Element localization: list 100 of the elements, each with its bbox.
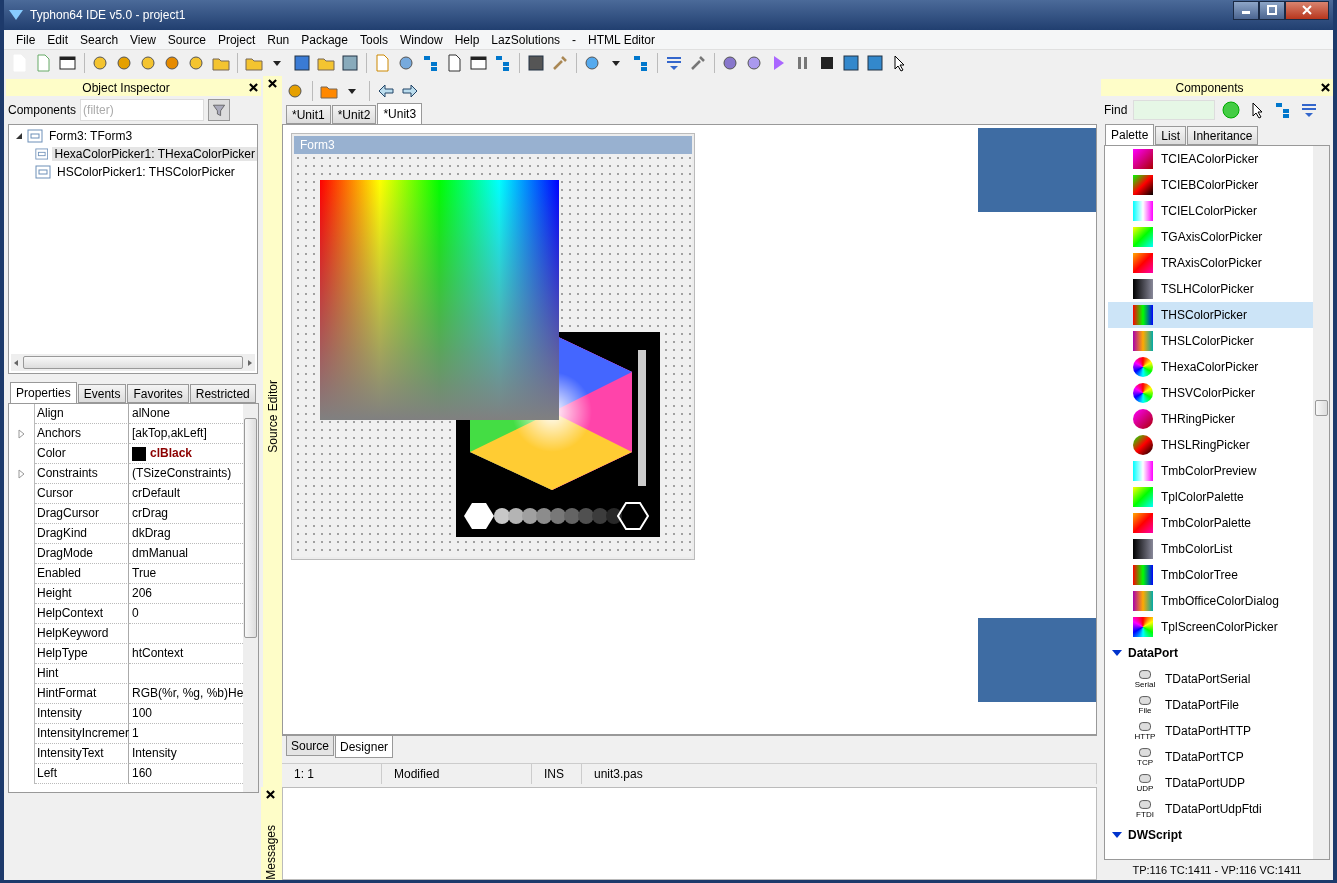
dock-label[interactable]: Messages xyxy=(263,825,278,880)
editor-tab[interactable]: *Unit1 xyxy=(286,105,331,124)
maximize-icon xyxy=(1267,5,1277,15)
clear-filter-button[interactable] xyxy=(208,99,231,121)
property-value[interactable]: clBlack xyxy=(129,444,244,464)
find-label: Find xyxy=(1104,103,1128,117)
palette-item[interactable]: THRingPicker xyxy=(1108,406,1313,432)
tab[interactable]: Events xyxy=(77,384,127,403)
menu-item[interactable]: Search xyxy=(74,32,125,47)
palette-item[interactable]: FTDI TDataPortUdpFtdi xyxy=(1108,796,1313,822)
palette-item[interactable]: TCIELColorPicker xyxy=(1108,198,1313,224)
horizontal-scrollbar[interactable] xyxy=(11,354,255,371)
palette-item[interactable]: TmbColorPreview xyxy=(1108,458,1313,484)
window-icon[interactable] xyxy=(469,53,489,73)
close-icon xyxy=(1302,5,1312,15)
property-name: DragMode xyxy=(35,544,129,564)
close-button[interactable] xyxy=(1285,0,1329,20)
menu-item[interactable]: - xyxy=(566,32,583,47)
palette-item[interactable]: TCIEBColorPicker xyxy=(1108,172,1313,198)
palette-item[interactable]: TmbColorPalette xyxy=(1108,510,1313,536)
editor-tab[interactable]: *Unit3 xyxy=(377,103,423,124)
icon-caption: Serial xyxy=(1134,680,1156,689)
close-icon[interactable] xyxy=(1321,83,1330,92)
funnel-icon xyxy=(211,102,228,118)
palette-item[interactable]: THSLColorPicker xyxy=(1108,328,1313,354)
palette-item[interactable]: HTTP TDataPortHTTP xyxy=(1108,718,1313,744)
form-icon xyxy=(27,129,43,143)
property-name: DragKind xyxy=(35,524,129,544)
menu-item[interactable]: Package xyxy=(295,32,354,47)
property-name: Anchors xyxy=(35,424,129,444)
palette-item[interactable]: TmbColorList xyxy=(1108,536,1313,562)
icon-caption: FTDI xyxy=(1136,810,1154,819)
palette-item[interactable]: THSLRingPicker xyxy=(1108,432,1313,458)
menu-item[interactable]: Source xyxy=(161,32,212,47)
menu-item[interactable]: Window xyxy=(394,32,449,47)
palette-item[interactable]: Serial TDataPortSerial xyxy=(1108,666,1313,692)
vertical-scrollbar[interactable] xyxy=(1313,146,1329,859)
palette-item[interactable]: TCP TDataPortTCP xyxy=(1108,744,1313,770)
property-name: Enabled xyxy=(35,564,129,584)
refresh-icon[interactable] xyxy=(1221,100,1242,120)
menu-item[interactable]: Run xyxy=(261,32,296,47)
menu-item[interactable]: Tools xyxy=(353,32,394,47)
property-name: Constraints xyxy=(35,464,129,484)
tab[interactable]: Palette xyxy=(1105,124,1155,145)
editor-mode-tab[interactable]: Designer xyxy=(335,736,394,759)
filter-field[interactable]: (filter) xyxy=(80,99,205,121)
palette-item[interactable]: THexaColorPicker xyxy=(1108,354,1313,380)
palette-item[interactable]: UDP TDataPortUDP xyxy=(1108,770,1313,796)
icon-caption: TCP xyxy=(1137,758,1153,767)
find-field[interactable] xyxy=(1133,100,1216,120)
palette-item[interactable]: TplColorPalette xyxy=(1108,484,1313,510)
status-cell: INS xyxy=(532,764,582,785)
palette-item[interactable]: TplScreenColorPicker xyxy=(1108,614,1313,640)
menu-item[interactable]: Edit xyxy=(41,32,75,47)
palette-item[interactable]: THSColorPicker xyxy=(1108,302,1313,328)
category-label[interactable]: DataPort xyxy=(1128,646,1178,660)
tree-item[interactable]: Form3: TForm3 xyxy=(47,129,135,143)
palette-item[interactable]: TmbColorTree xyxy=(1108,562,1313,588)
menu-item[interactable]: View xyxy=(124,32,162,47)
palette-item[interactable]: TmbOfficeColorDialog xyxy=(1108,588,1313,614)
menu-item[interactable]: HTML Editor xyxy=(582,32,661,47)
color-value: clBlack xyxy=(150,445,193,462)
maximize-button[interactable] xyxy=(1259,0,1285,20)
property-name: HelpContext xyxy=(35,604,129,624)
close-icon[interactable] xyxy=(266,790,275,800)
property-name: Intensity xyxy=(35,704,129,724)
tree-item[interactable]: HSColorPicker1: THSColorPicker xyxy=(55,165,237,179)
minimize-button[interactable] xyxy=(1233,0,1259,20)
palette-item[interactable]: THSVColorPicker xyxy=(1108,380,1313,406)
palette-item[interactable]: TGAxisColorPicker xyxy=(1108,224,1313,250)
palette-item[interactable]: TRAxisColorPicker xyxy=(1108,250,1313,276)
menu-item[interactable]: Project xyxy=(211,32,262,47)
category-label[interactable]: DWScript xyxy=(1128,828,1182,842)
close-icon[interactable] xyxy=(249,83,258,92)
editor-tab[interactable]: *Unit2 xyxy=(331,105,377,124)
close-icon[interactable] xyxy=(268,79,277,88)
palette-item[interactable]: TCIEAColorPicker xyxy=(1108,146,1313,172)
tab[interactable]: Favorites xyxy=(127,384,189,403)
property-name: Cursor xyxy=(35,484,129,504)
property-name: HelpType xyxy=(35,644,129,664)
menu-item[interactable]: LazSolutions xyxy=(485,32,567,47)
plug-icon xyxy=(1137,799,1153,810)
tab[interactable]: List xyxy=(1155,126,1187,145)
tab[interactable]: Restricted xyxy=(189,384,256,403)
tab[interactable]: Inheritance xyxy=(1187,126,1259,145)
vertical-scrollbar[interactable] xyxy=(243,404,258,792)
window-icon[interactable] xyxy=(58,53,78,73)
expand-triangle-icon[interactable] xyxy=(15,132,23,140)
palette-item[interactable]: File TDataPortFile xyxy=(1108,692,1313,718)
menu-item[interactable]: Help xyxy=(448,32,486,47)
editor-mode-tab[interactable]: Source xyxy=(286,736,335,757)
dock-label[interactable]: Source Editor xyxy=(265,380,280,453)
tree-item[interactable]: HexaColorPicker1: THexaColorPicker xyxy=(52,147,257,161)
expand-triangle-icon[interactable] xyxy=(1112,831,1122,839)
window-title: Typhon64 IDE v5.0 - project1 xyxy=(30,8,187,22)
menu-item[interactable]: File xyxy=(10,32,42,47)
form-icon xyxy=(35,147,49,161)
tab[interactable]: Properties xyxy=(10,382,77,403)
palette-item[interactable]: TSLHColorPicker xyxy=(1108,276,1313,302)
expand-triangle-icon[interactable] xyxy=(1112,649,1122,657)
